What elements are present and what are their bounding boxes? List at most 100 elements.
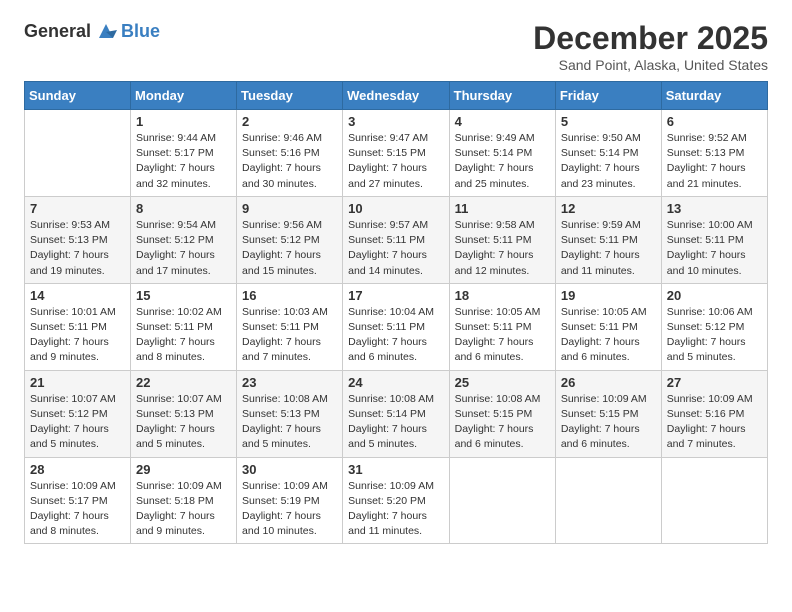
day-info: Sunrise: 9:47 AM Sunset: 5:15 PM Dayligh…	[348, 131, 443, 192]
day-info: Sunrise: 9:44 AM Sunset: 5:17 PM Dayligh…	[136, 131, 231, 192]
calendar-cell: 14 Sunrise: 10:01 AM Sunset: 5:11 PM Dayl…	[25, 283, 131, 370]
calendar-cell: 17 Sunrise: 10:04 AM Sunset: 5:11 PM Dayl…	[343, 283, 449, 370]
day-number: 31	[348, 462, 443, 477]
day-number: 24	[348, 375, 443, 390]
calendar-cell: 20Sunrise: 10:06 AM Sunset: 5:12 PM Dayl…	[661, 283, 767, 370]
day-info: Sunrise: 10:09 AM Sunset: 5:17 PM Daylig…	[30, 479, 125, 540]
weekday-header: Sunday	[25, 82, 131, 110]
day-number: 26	[561, 375, 656, 390]
calendar-cell: 15Sunrise: 10:02 AM Sunset: 5:11 PM Dayl…	[131, 283, 237, 370]
day-number: 22	[136, 375, 231, 390]
calendar-cell: 1 Sunrise: 9:44 AM Sunset: 5:17 PM Daylig…	[131, 110, 237, 197]
calendar-cell: 27Sunrise: 10:09 AM Sunset: 5:16 PM Dayl…	[661, 370, 767, 457]
day-number: 1	[136, 114, 231, 129]
calendar-cell: 7 Sunrise: 9:53 AM Sunset: 5:13 PM Daylig…	[25, 196, 131, 283]
calendar-cell: 28 Sunrise: 10:09 AM Sunset: 5:17 PM Dayl…	[25, 457, 131, 544]
calendar-week-row: 21 Sunrise: 10:07 AM Sunset: 5:12 PM Dayl…	[25, 370, 768, 457]
calendar-cell: 13 Sunrise: 10:00 AM Sunset: 5:11 PM Dayl…	[661, 196, 767, 283]
day-number: 17	[348, 288, 443, 303]
day-info: Sunrise: 9:53 AM Sunset: 5:13 PM Dayligh…	[30, 218, 125, 279]
calendar-cell: 29 Sunrise: 10:09 AM Sunset: 5:18 PM Dayl…	[131, 457, 237, 544]
calendar-cell: 9 Sunrise: 9:56 AM Sunset: 5:12 PM Daylig…	[237, 196, 343, 283]
calendar-cell	[25, 110, 131, 197]
calendar-cell: 25 Sunrise: 10:08 AM Sunset: 5:15 PM Dayl…	[449, 370, 555, 457]
calendar-cell: 24 Sunrise: 10:08 AM Sunset: 5:14 PM Dayl…	[343, 370, 449, 457]
day-info: Sunrise: 10:06 AM Sunset: 5:12 PM Daylig…	[667, 305, 762, 366]
day-number: 29	[136, 462, 231, 477]
calendar-cell: 30Sunrise: 10:09 AM Sunset: 5:19 PM Dayl…	[237, 457, 343, 544]
day-number: 25	[455, 375, 550, 390]
calendar-cell: 10 Sunrise: 9:57 AM Sunset: 5:11 PM Dayli…	[343, 196, 449, 283]
calendar-cell: 5 Sunrise: 9:50 AM Sunset: 5:14 PM Daylig…	[555, 110, 661, 197]
day-info: Sunrise: 10:00 AM Sunset: 5:11 PM Daylig…	[667, 218, 762, 279]
calendar-cell: 2 Sunrise: 9:46 AM Sunset: 5:16 PM Daylig…	[237, 110, 343, 197]
day-info: Sunrise: 9:46 AM Sunset: 5:16 PM Dayligh…	[242, 131, 337, 192]
calendar-cell: 16Sunrise: 10:03 AM Sunset: 5:11 PM Dayl…	[237, 283, 343, 370]
day-number: 23	[242, 375, 337, 390]
logo-icon	[95, 20, 117, 42]
day-info: Sunrise: 9:58 AM Sunset: 5:11 PM Dayligh…	[455, 218, 550, 279]
day-info: Sunrise: 10:05 AM Sunset: 5:11 PM Daylig…	[561, 305, 656, 366]
day-number: 11	[455, 201, 550, 216]
calendar-week-row: 7 Sunrise: 9:53 AM Sunset: 5:13 PM Daylig…	[25, 196, 768, 283]
day-number: 14	[30, 288, 125, 303]
day-info: Sunrise: 10:09 AM Sunset: 5:20 PM Daylig…	[348, 479, 443, 540]
calendar-cell	[661, 457, 767, 544]
calendar-cell: 4Sunrise: 9:49 AM Sunset: 5:14 PM Daylig…	[449, 110, 555, 197]
day-number: 5	[561, 114, 656, 129]
title-area: December 2025 Sand Point, Alaska, United…	[533, 20, 768, 73]
day-info: Sunrise: 10:05 AM Sunset: 5:11 PM Daylig…	[455, 305, 550, 366]
day-info: Sunrise: 10:08 AM Sunset: 5:13 PM Daylig…	[242, 392, 337, 453]
calendar-cell: 8Sunrise: 9:54 AM Sunset: 5:12 PM Daylig…	[131, 196, 237, 283]
day-number: 13	[667, 201, 762, 216]
calendar-week-row: 14 Sunrise: 10:01 AM Sunset: 5:11 PM Dayl…	[25, 283, 768, 370]
day-number: 2	[242, 114, 337, 129]
day-number: 9	[242, 201, 337, 216]
calendar-week-row: 28 Sunrise: 10:09 AM Sunset: 5:17 PM Dayl…	[25, 457, 768, 544]
weekday-header: Thursday	[449, 82, 555, 110]
day-info: Sunrise: 9:59 AM Sunset: 5:11 PM Dayligh…	[561, 218, 656, 279]
day-info: Sunrise: 10:02 AM Sunset: 5:11 PM Daylig…	[136, 305, 231, 366]
day-number: 12	[561, 201, 656, 216]
day-info: Sunrise: 9:52 AM Sunset: 5:13 PM Dayligh…	[667, 131, 762, 192]
day-number: 8	[136, 201, 231, 216]
subtitle: Sand Point, Alaska, United States	[533, 57, 768, 73]
day-number: 28	[30, 462, 125, 477]
calendar-week-row: 1 Sunrise: 9:44 AM Sunset: 5:17 PM Daylig…	[25, 110, 768, 197]
logo-general: General	[24, 21, 91, 42]
weekday-header: Saturday	[661, 82, 767, 110]
day-info: Sunrise: 10:09 AM Sunset: 5:19 PM Daylig…	[242, 479, 337, 540]
weekday-header-row: SundayMondayTuesdayWednesdayThursdayFrid…	[25, 82, 768, 110]
day-info: Sunrise: 10:09 AM Sunset: 5:18 PM Daylig…	[136, 479, 231, 540]
calendar-cell	[449, 457, 555, 544]
day-info: Sunrise: 10:07 AM Sunset: 5:12 PM Daylig…	[30, 392, 125, 453]
day-info: Sunrise: 10:08 AM Sunset: 5:15 PM Daylig…	[455, 392, 550, 453]
weekday-header: Monday	[131, 82, 237, 110]
calendar-cell: 21 Sunrise: 10:07 AM Sunset: 5:12 PM Dayl…	[25, 370, 131, 457]
day-info: Sunrise: 10:01 AM Sunset: 5:11 PM Daylig…	[30, 305, 125, 366]
day-number: 19	[561, 288, 656, 303]
calendar-cell	[555, 457, 661, 544]
day-number: 4	[455, 114, 550, 129]
day-info: Sunrise: 9:50 AM Sunset: 5:14 PM Dayligh…	[561, 131, 656, 192]
day-number: 6	[667, 114, 762, 129]
day-number: 27	[667, 375, 762, 390]
calendar-cell: 12 Sunrise: 9:59 AM Sunset: 5:11 PM Dayli…	[555, 196, 661, 283]
day-info: Sunrise: 10:04 AM Sunset: 5:11 PM Daylig…	[348, 305, 443, 366]
weekday-header: Tuesday	[237, 82, 343, 110]
day-number: 7	[30, 201, 125, 216]
calendar-cell: 22Sunrise: 10:07 AM Sunset: 5:13 PM Dayl…	[131, 370, 237, 457]
logo-blue: Blue	[121, 21, 160, 42]
calendar-cell: 3Sunrise: 9:47 AM Sunset: 5:15 PM Daylig…	[343, 110, 449, 197]
weekday-header: Wednesday	[343, 82, 449, 110]
day-number: 21	[30, 375, 125, 390]
calendar-cell: 6 Sunrise: 9:52 AM Sunset: 5:13 PM Daylig…	[661, 110, 767, 197]
day-number: 16	[242, 288, 337, 303]
day-info: Sunrise: 9:57 AM Sunset: 5:11 PM Dayligh…	[348, 218, 443, 279]
day-info: Sunrise: 10:08 AM Sunset: 5:14 PM Daylig…	[348, 392, 443, 453]
day-number: 10	[348, 201, 443, 216]
weekday-header: Friday	[555, 82, 661, 110]
calendar: SundayMondayTuesdayWednesdayThursdayFrid…	[24, 81, 768, 544]
calendar-cell: 23 Sunrise: 10:08 AM Sunset: 5:13 PM Dayl…	[237, 370, 343, 457]
day-info: Sunrise: 9:56 AM Sunset: 5:12 PM Dayligh…	[242, 218, 337, 279]
